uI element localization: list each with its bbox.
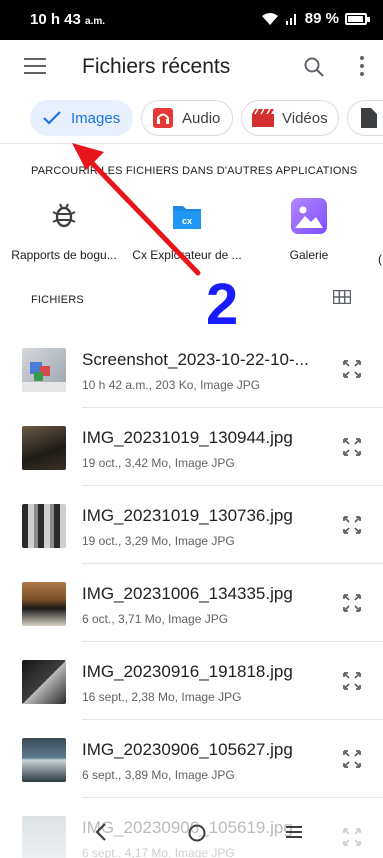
annotation-number: 2: [206, 272, 239, 337]
app-label: Cx Explorateur de ...: [132, 248, 242, 262]
file-meta: 16 sept., 2,38 Mo, Image JPG: [82, 690, 242, 704]
document-icon: [358, 107, 380, 129]
file-name: IMG_20230916_191818.jpg: [82, 662, 293, 681]
file-thumbnail: [22, 504, 66, 548]
chip-label: Images: [71, 109, 121, 127]
file-meta: 10 h 42 a.m., 203 Ko, Image JPG: [82, 378, 261, 392]
gallery-icon: [291, 198, 327, 234]
status-right: 89 %: [261, 10, 370, 27]
chip-label: Audio: [182, 109, 221, 127]
bug-icon: [46, 198, 82, 234]
apps-row: Rapports de bogu... cx Cx Explorateur de…: [0, 198, 383, 278]
search-icon[interactable]: [303, 56, 325, 78]
grid-view-icon[interactable]: [333, 290, 351, 304]
chip-documents[interactable]: [347, 100, 383, 136]
file-meta: 19 oct., 3,42 Mo, Image JPG: [82, 456, 235, 470]
app-label: Galerie: [289, 248, 329, 262]
file-thumbnail: [22, 582, 66, 626]
svg-text:cx: cx: [182, 216, 192, 226]
list-item[interactable]: IMG_20231006_134335.jpg 6 oct., 3,71 Mo,…: [0, 564, 383, 642]
file-name: Screenshot_2023-10-22-10-...: [82, 350, 309, 369]
battery-icon: [345, 12, 370, 25]
check-icon: [41, 107, 63, 129]
file-thumbnail: [22, 738, 66, 782]
hamburger-icon[interactable]: [24, 58, 46, 74]
recents-icon[interactable]: [282, 820, 306, 844]
list-item[interactable]: IMG_20230916_191818.jpg 16 sept., 2,38 M…: [0, 642, 383, 720]
page-title: Fichiers récents: [82, 55, 231, 78]
battery-percent: 89 %: [304, 10, 339, 27]
home-icon[interactable]: [185, 820, 209, 844]
chip-label: Vidéos: [282, 109, 328, 127]
list-item[interactable]: IMG_20231019_130944.jpg 19 oct., 3,42 Mo…: [0, 408, 383, 486]
wifi-icon: [261, 12, 278, 25]
app-cx-explorer[interactable]: cx Cx Explorateur de ...: [127, 198, 247, 262]
back-icon[interactable]: [90, 820, 114, 844]
filter-chips: Images Audio Vidéos: [0, 96, 383, 144]
expand-icon[interactable]: [341, 436, 363, 458]
file-name: IMG_20231019_130944.jpg: [82, 428, 293, 447]
file-meta: 6 sept., 3,89 Mo, Image JPG: [82, 768, 235, 782]
file-thumbnail: [22, 348, 66, 392]
chip-audio[interactable]: Audio: [141, 100, 233, 136]
expand-icon[interactable]: [341, 358, 363, 380]
app-gallery[interactable]: Galerie: [249, 198, 369, 262]
list-item[interactable]: Screenshot_2023-10-22-10-... 10 h 42 a.m…: [0, 330, 383, 408]
app-label: Rapports de bogu...: [11, 248, 117, 262]
file-name: IMG_20230906_105627.jpg: [82, 740, 293, 759]
headphones-icon: [152, 107, 174, 129]
system-nav-bar: [0, 808, 383, 858]
list-item[interactable]: IMG_20231019_130736.jpg 19 oct., 3,29 Mo…: [0, 486, 383, 564]
chip-videos[interactable]: Vidéos: [241, 100, 339, 136]
cx-explorer-icon: cx: [169, 198, 205, 234]
chip-images[interactable]: Images: [30, 100, 133, 136]
more-vert-icon[interactable]: [359, 56, 365, 78]
file-meta: 19 oct., 3,29 Mo, Image JPG: [82, 534, 235, 548]
files-section-title: FICHIERS: [31, 294, 84, 306]
file-thumbnail: [22, 660, 66, 704]
clapperboard-icon: [252, 107, 274, 129]
file-thumbnail: [22, 426, 66, 470]
app-bar: Fichiers récents: [0, 40, 383, 96]
expand-icon[interactable]: [341, 592, 363, 614]
apps-section-title: PARCOURIR LES FICHIERS DANS D'AUTRES APP…: [31, 165, 358, 177]
list-item[interactable]: IMG_20230906_105627.jpg 6 sept., 3,89 Mo…: [0, 720, 383, 798]
status-time: 10 h 43 a.m.: [30, 11, 106, 28]
expand-icon[interactable]: [341, 514, 363, 536]
signal-icon: [285, 13, 296, 25]
expand-icon[interactable]: [341, 670, 363, 692]
status-bar: 10 h 43 a.m. 89 %: [0, 0, 383, 40]
file-name: IMG_20231006_134335.jpg: [82, 584, 293, 603]
file-meta: 6 oct., 3,71 Mo, Image JPG: [82, 612, 229, 626]
file-name: IMG_20231019_130736.jpg: [82, 506, 293, 525]
app-bug-reports[interactable]: Rapports de bogu...: [4, 198, 124, 262]
app-partial-label: (: [378, 252, 382, 266]
expand-icon[interactable]: [341, 748, 363, 770]
